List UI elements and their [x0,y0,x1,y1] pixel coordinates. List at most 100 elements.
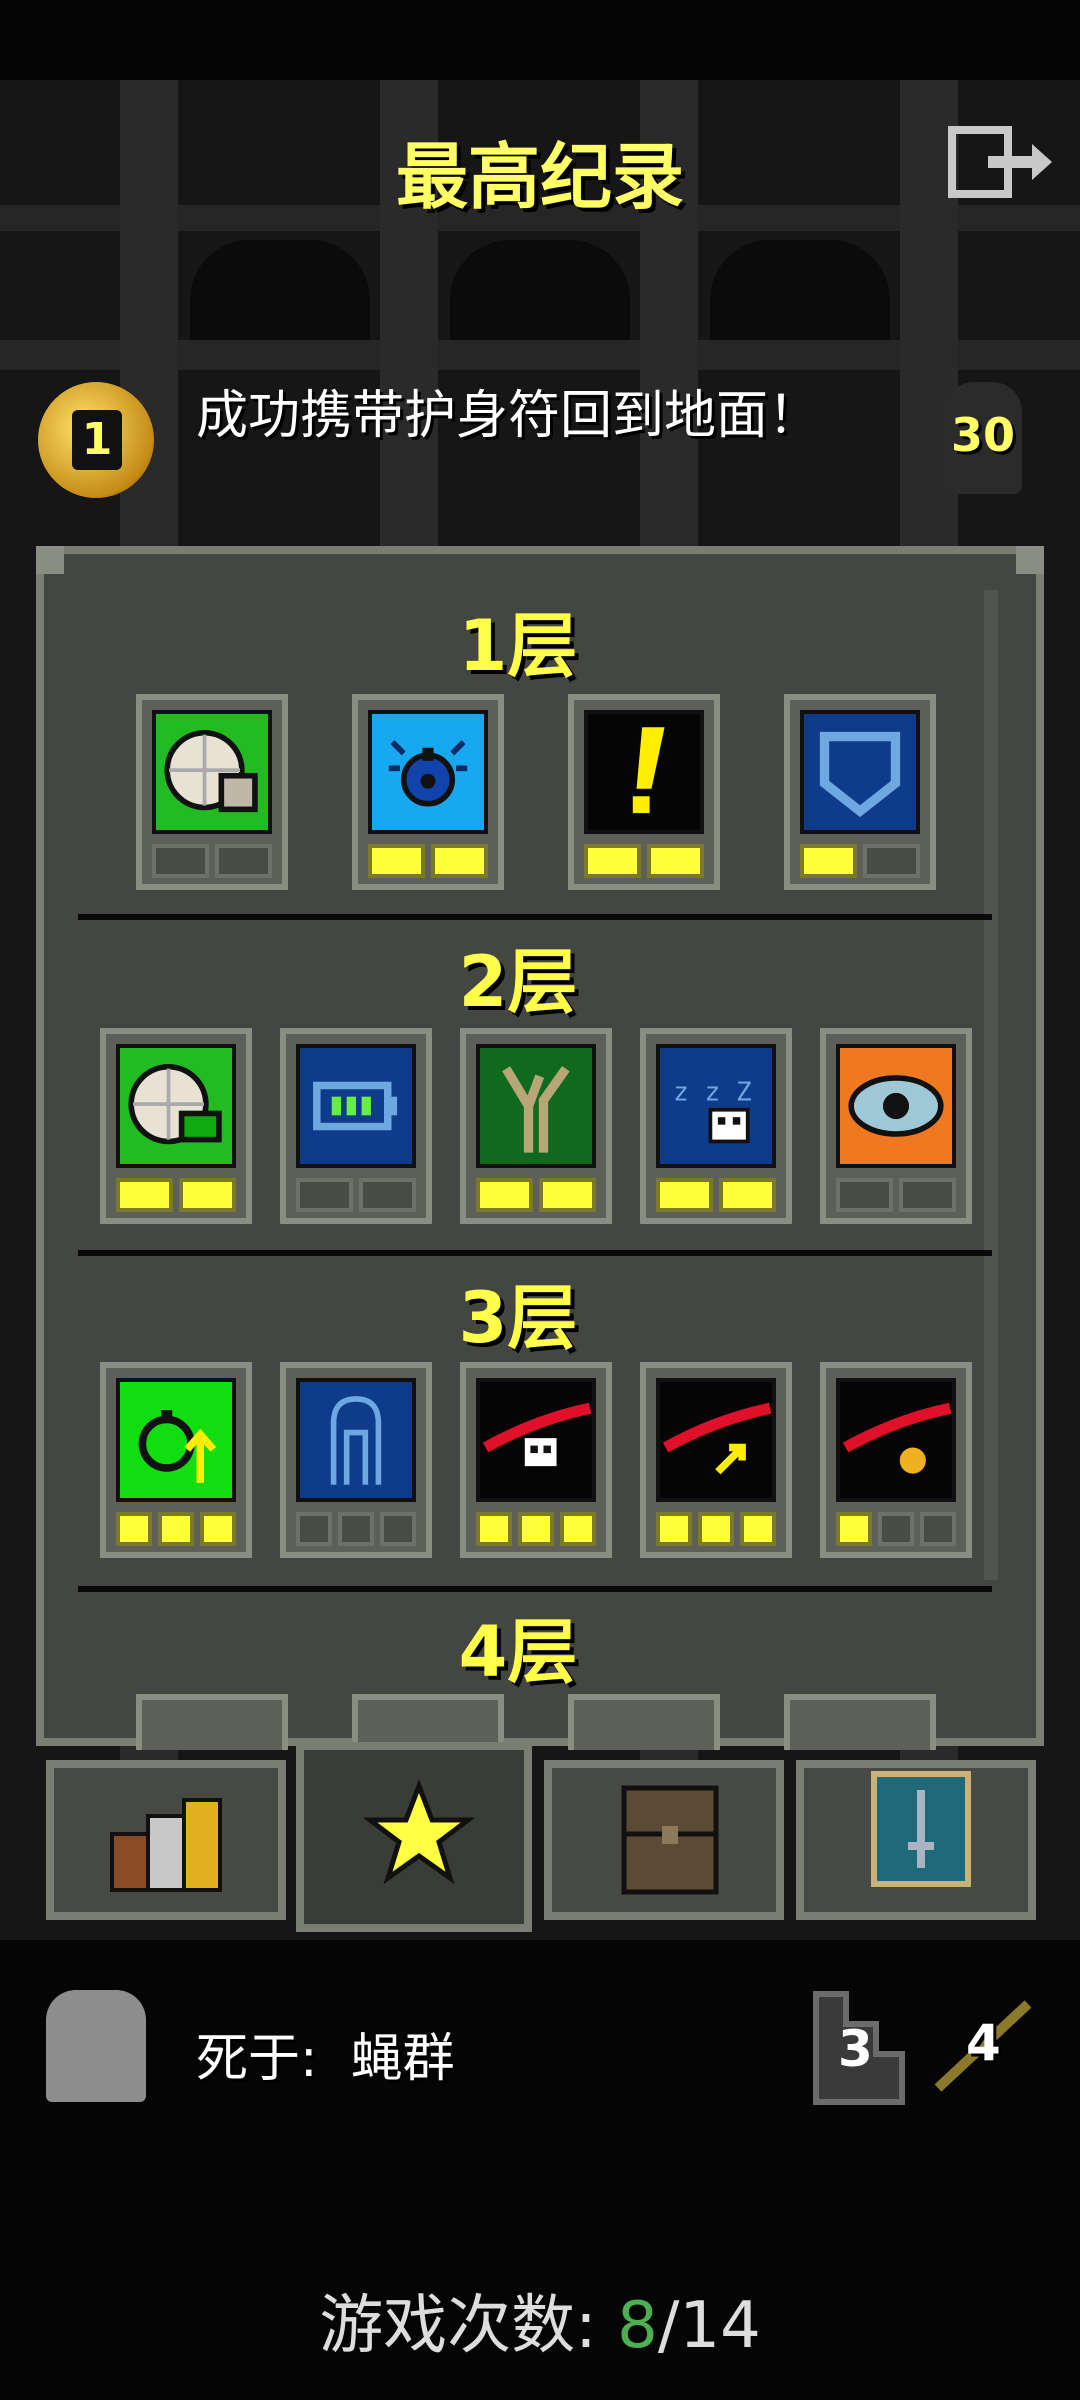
floor-divider [78,1250,992,1256]
badge-card[interactable]: z z Z [640,1028,792,1224]
death-cause-value: 蝇群 [350,2029,455,2089]
progress-pip [698,1512,734,1546]
floor-label-2: 2层 [458,941,578,1023]
sword-card-icon [871,1771,971,1887]
progress-pip [476,1178,533,1212]
floor-label-4: 4层 [458,1611,578,1693]
progress-pip [116,1178,173,1212]
slash-coin-icon [836,1378,956,1502]
progress-pip [296,1512,332,1546]
badge-card[interactable] [460,1028,612,1224]
progress-pip [647,844,704,878]
badge-card[interactable] [100,1028,252,1224]
progress-pip [899,1178,956,1212]
wall-arch [710,240,890,340]
star-icon [364,1780,474,1885]
progress-pip [476,1512,512,1546]
progress-pip [338,1512,374,1546]
progress-pip [560,1512,596,1546]
badge-card[interactable] [352,694,504,890]
progress-pip [836,1178,893,1212]
death-label: 死于: [196,2029,318,2089]
record-rank: 1 [72,410,122,470]
tab-items[interactable] [544,1760,784,1920]
progress-pip [584,844,641,878]
tree-icon [476,1044,596,1168]
tombstone-icon [46,1990,146,2102]
record-description: 成功携带护身符回到地面！ [196,386,821,446]
badge-card[interactable] [640,1362,792,1558]
clock-box-icon [152,710,272,834]
progress-pip [200,1512,236,1546]
battery-icon [296,1044,416,1168]
tab-journal[interactable] [46,1760,286,1920]
progress-pip [380,1512,416,1546]
progress-pip [656,1512,692,1546]
games-label: 游戏次数: [319,2289,597,2363]
tab-badges[interactable] [296,1742,532,1932]
badge-card[interactable] [100,1362,252,1558]
clock-battery-icon [116,1044,236,1168]
exit-door-icon[interactable] [948,126,1056,198]
floor-label-3: 3层 [458,1277,578,1359]
slash-arrow-icon [656,1378,776,1502]
badge-card[interactable] [784,1694,936,1750]
floor-divider [78,914,992,920]
badge-card[interactable] [820,1362,972,1558]
record-score: 30 [950,408,1015,462]
badge-card[interactable] [820,1028,972,1224]
progress-pip [296,1178,353,1212]
progress-pip [800,844,857,878]
badge-card[interactable] [460,1362,612,1558]
progress-pip [656,1178,713,1212]
shield-icon [800,710,920,834]
progress-pip [158,1512,194,1546]
badge-card[interactable] [784,694,936,890]
eye-icon [836,1044,956,1168]
blue-bomb-icon [368,710,488,834]
progress-pip [359,1178,416,1212]
svg-text:z z Z: z z Z [673,1077,752,1107]
badge-card[interactable] [280,1362,432,1558]
progress-pip [719,1178,776,1212]
progress-pip [431,844,488,878]
progress-pip [878,1512,914,1546]
floor-divider [78,1586,992,1592]
level-value: 4 [966,2014,1001,2072]
games-played: 游戏次数: 8/14 [319,2289,761,2363]
badge-card[interactable] [568,694,720,890]
bomb-arrow-icon [116,1378,236,1502]
wall-arch [190,240,370,340]
progress-pip [539,1178,596,1212]
badge-card[interactable] [568,1694,720,1750]
badge-card[interactable] [136,1694,288,1750]
exclamation-icon [584,710,704,834]
books-icon [110,1798,222,1892]
progress-pip [179,1178,236,1212]
progress-pip [368,844,425,878]
badges-list[interactable]: 1层 2层 z z Z 3层 4层 [48,560,992,1750]
progress-pip [215,844,272,878]
games-total: 14 [679,2289,761,2363]
ghost-outline-icon [296,1378,416,1502]
wall-arch [450,240,630,340]
games-won: 8 [617,2289,658,2363]
progress-pip [518,1512,554,1546]
chest-icon [621,1785,719,1895]
slash-skull-icon [476,1378,596,1502]
progress-pip [116,1512,152,1546]
tab-catalog[interactable] [796,1760,1036,1920]
page-title: 最高纪录 [395,135,684,219]
progress-pip [152,844,209,878]
progress-pip [863,844,920,878]
sleep-skull-icon: z z Z [656,1044,776,1168]
progress-pip [740,1512,776,1546]
panel-corner [1016,546,1044,574]
death-cause: 死于: 蝇群 [196,2016,455,2091]
badge-card[interactable] [136,694,288,890]
progress-pip [836,1512,872,1546]
badge-card[interactable] [280,1028,432,1224]
floor-label-1: 1层 [458,605,578,687]
progress-pip [920,1512,956,1546]
depth-value: 3 [838,2020,873,2078]
